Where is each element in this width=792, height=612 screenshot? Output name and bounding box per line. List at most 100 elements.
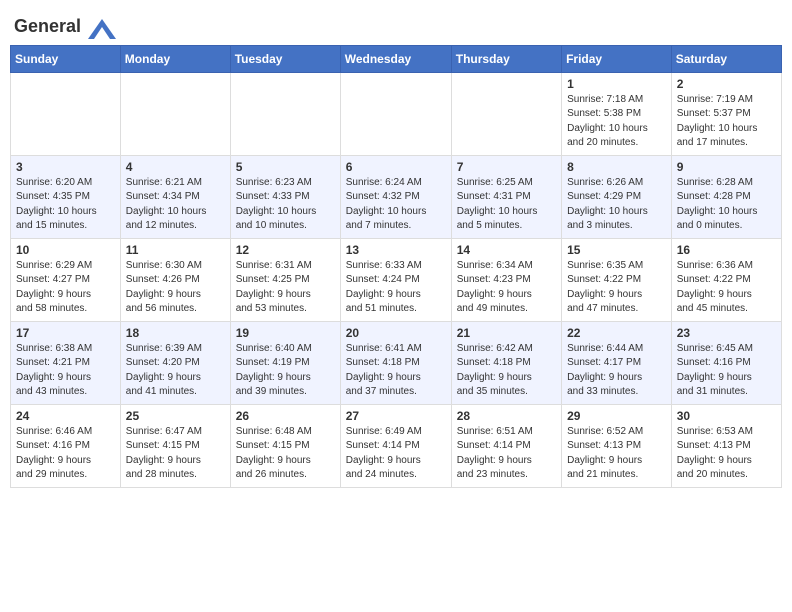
day-number: 28 [457, 409, 556, 423]
day-info: Sunrise: 6:29 AMSunset: 4:27 PMDaylight:… [16, 259, 115, 317]
calendar-cell: 23Sunrise: 6:45 AMSunset: 4:16 PMDayligh… [671, 321, 781, 404]
calendar-week-1: 1 Sunrise: 7:18 AMSunset: 5:38 PMDaylight… [11, 72, 782, 155]
weekday-header-friday: Friday [562, 45, 672, 72]
calendar-cell: 17 Sunrise: 6:38 AMSunset: 4:21 PMDayligh… [11, 321, 121, 404]
day-number: 13 [346, 243, 446, 257]
calendar-cell: 16Sunrise: 6:36 AMSunset: 4:22 PMDayligh… [671, 238, 781, 321]
day-info: Sunrise: 6:51 AMSunset: 4:14 PMDaylight:… [457, 425, 556, 483]
day-info: Sunrise: 6:47 AMSunset: 4:15 PMDaylight:… [126, 425, 225, 483]
day-info: Sunrise: 6:38 AMSunset: 4:21 PMDaylight:… [16, 342, 115, 400]
weekday-header-sunday: Sunday [11, 45, 121, 72]
calendar-cell: 26Sunrise: 6:48 AMSunset: 4:15 PMDayligh… [230, 404, 340, 487]
calendar-cell: 20 Sunrise: 6:41 AMSunset: 4:18 PMDayligh… [340, 321, 451, 404]
day-number: 10 [16, 243, 115, 257]
calendar-cell: 19Sunrise: 6:40 AMSunset: 4:19 PMDayligh… [230, 321, 340, 404]
weekday-header-saturday: Saturday [671, 45, 781, 72]
calendar-cell: 12 Sunrise: 6:31 AMSunset: 4:25 PMDayligh… [230, 238, 340, 321]
calendar-cell: 14 Sunrise: 6:34 AMSunset: 4:23 PMDayligh… [451, 238, 561, 321]
day-number: 27 [346, 409, 446, 423]
calendar-cell [340, 72, 451, 155]
calendar-cell [230, 72, 340, 155]
calendar-cell: 8Sunrise: 6:26 AMSunset: 4:29 PMDaylight… [562, 155, 672, 238]
day-info: Sunrise: 6:42 AMSunset: 4:18 PMDaylight:… [457, 342, 556, 400]
day-number: 17 [16, 326, 115, 340]
calendar-week-4: 17 Sunrise: 6:38 AMSunset: 4:21 PMDayligh… [11, 321, 782, 404]
day-number: 29 [567, 409, 666, 423]
day-info: Sunrise: 7:19 AMSunset: 5:37 PMDaylight:… [677, 93, 776, 151]
calendar-cell: 4 Sunrise: 6:21 AMSunset: 4:34 PMDaylight… [120, 155, 230, 238]
day-info: Sunrise: 6:34 AMSunset: 4:23 PMDaylight:… [457, 259, 556, 317]
calendar-cell: 2 Sunrise: 7:19 AMSunset: 5:37 PMDaylight… [671, 72, 781, 155]
day-info: Sunrise: 6:31 AMSunset: 4:25 PMDaylight:… [236, 259, 335, 317]
calendar-cell: 5 Sunrise: 6:23 AMSunset: 4:33 PMDaylight… [230, 155, 340, 238]
calendar-cell: 27 Sunrise: 6:49 AMSunset: 4:14 PMDayligh… [340, 404, 451, 487]
logo: General [14, 16, 116, 39]
day-info: Sunrise: 6:41 AMSunset: 4:18 PMDaylight:… [346, 342, 446, 400]
day-number: 2 [677, 77, 776, 91]
calendar-cell: 30 Sunrise: 6:53 AMSunset: 4:13 PMDayligh… [671, 404, 781, 487]
day-info: Sunrise: 6:20 AMSunset: 4:35 PMDaylight:… [16, 176, 115, 234]
day-info: Sunrise: 6:30 AMSunset: 4:26 PMDaylight:… [126, 259, 225, 317]
weekday-header-monday: Monday [120, 45, 230, 72]
calendar-cell: 29 Sunrise: 6:52 AMSunset: 4:13 PMDayligh… [562, 404, 672, 487]
day-number: 5 [236, 160, 335, 174]
day-info: Sunrise: 6:36 AMSunset: 4:22 PMDaylight:… [677, 259, 776, 317]
day-info: Sunrise: 7:18 AMSunset: 5:38 PMDaylight:… [567, 93, 666, 151]
day-info: Sunrise: 6:33 AMSunset: 4:24 PMDaylight:… [346, 259, 446, 317]
calendar-cell: 6 Sunrise: 6:24 AMSunset: 4:32 PMDaylight… [340, 155, 451, 238]
calendar-cell [120, 72, 230, 155]
calendar-cell: 28 Sunrise: 6:51 AMSunset: 4:14 PMDayligh… [451, 404, 561, 487]
calendar-cell: 3 Sunrise: 6:20 AMSunset: 4:35 PMDaylight… [11, 155, 121, 238]
calendar-cell: 10 Sunrise: 6:29 AMSunset: 4:27 PMDayligh… [11, 238, 121, 321]
day-number: 8 [567, 160, 666, 174]
day-number: 9 [677, 160, 776, 174]
calendar-cell [11, 72, 121, 155]
day-info: Sunrise: 6:23 AMSunset: 4:33 PMDaylight:… [236, 176, 335, 234]
day-number: 11 [126, 243, 225, 257]
calendar-cell: 9 Sunrise: 6:28 AMSunset: 4:28 PMDaylight… [671, 155, 781, 238]
calendar-cell: 11 Sunrise: 6:30 AMSunset: 4:26 PMDayligh… [120, 238, 230, 321]
calendar-table: SundayMondayTuesdayWednesdayThursdayFrid… [10, 45, 782, 488]
day-info: Sunrise: 6:24 AMSunset: 4:32 PMDaylight:… [346, 176, 446, 234]
day-number: 26 [236, 409, 335, 423]
calendar-cell [451, 72, 561, 155]
day-number: 24 [16, 409, 115, 423]
day-info: Sunrise: 6:21 AMSunset: 4:34 PMDaylight:… [126, 176, 225, 234]
day-info: Sunrise: 6:25 AMSunset: 4:31 PMDaylight:… [457, 176, 556, 234]
weekday-header-tuesday: Tuesday [230, 45, 340, 72]
day-info: Sunrise: 6:52 AMSunset: 4:13 PMDaylight:… [567, 425, 666, 483]
calendar-cell: 22Sunrise: 6:44 AMSunset: 4:17 PMDayligh… [562, 321, 672, 404]
day-number: 14 [457, 243, 556, 257]
calendar-week-3: 10 Sunrise: 6:29 AMSunset: 4:27 PMDayligh… [11, 238, 782, 321]
day-info: Sunrise: 6:39 AMSunset: 4:20 PMDaylight:… [126, 342, 225, 400]
logo-general: General [14, 16, 116, 39]
day-number: 1 [567, 77, 666, 91]
day-number: 30 [677, 409, 776, 423]
day-number: 12 [236, 243, 335, 257]
calendar-week-5: 24Sunrise: 6:46 AMSunset: 4:16 PMDayligh… [11, 404, 782, 487]
weekday-header-row: SundayMondayTuesdayWednesdayThursdayFrid… [11, 45, 782, 72]
day-number: 18 [126, 326, 225, 340]
day-number: 6 [346, 160, 446, 174]
calendar-cell: 13 Sunrise: 6:33 AMSunset: 4:24 PMDayligh… [340, 238, 451, 321]
calendar-cell: 25 Sunrise: 6:47 AMSunset: 4:15 PMDayligh… [120, 404, 230, 487]
day-info: Sunrise: 6:28 AMSunset: 4:28 PMDaylight:… [677, 176, 776, 234]
page-header: General [10, 10, 782, 39]
day-info: Sunrise: 6:53 AMSunset: 4:13 PMDaylight:… [677, 425, 776, 483]
day-number: 25 [126, 409, 225, 423]
calendar-cell: 7Sunrise: 6:25 AMSunset: 4:31 PMDaylight… [451, 155, 561, 238]
day-number: 20 [346, 326, 446, 340]
day-number: 23 [677, 326, 776, 340]
calendar-cell: 18 Sunrise: 6:39 AMSunset: 4:20 PMDayligh… [120, 321, 230, 404]
day-number: 19 [236, 326, 335, 340]
day-number: 21 [457, 326, 556, 340]
day-number: 3 [16, 160, 115, 174]
day-info: Sunrise: 6:49 AMSunset: 4:14 PMDaylight:… [346, 425, 446, 483]
calendar-cell: 15Sunrise: 6:35 AMSunset: 4:22 PMDayligh… [562, 238, 672, 321]
calendar-cell: 24Sunrise: 6:46 AMSunset: 4:16 PMDayligh… [11, 404, 121, 487]
day-info: Sunrise: 6:35 AMSunset: 4:22 PMDaylight:… [567, 259, 666, 317]
calendar-cell: 1 Sunrise: 7:18 AMSunset: 5:38 PMDaylight… [562, 72, 672, 155]
day-number: 4 [126, 160, 225, 174]
weekday-header-wednesday: Wednesday [340, 45, 451, 72]
day-info: Sunrise: 6:44 AMSunset: 4:17 PMDaylight:… [567, 342, 666, 400]
